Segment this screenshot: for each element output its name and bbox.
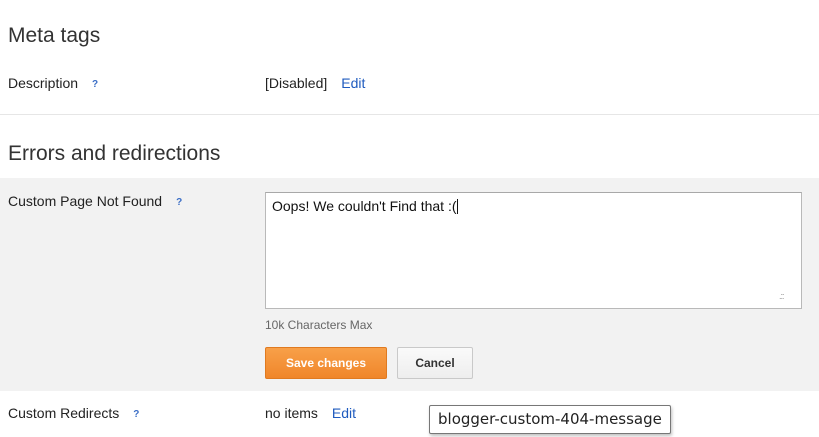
custom-redirects-edit-link[interactable]: Edit [332, 405, 356, 421]
text-caret [456, 199, 458, 214]
description-value-group: [Disabled] Edit [265, 75, 365, 91]
resize-grip-icon[interactable]: .:: [779, 292, 791, 301]
description-edit-link[interactable]: Edit [341, 75, 365, 91]
character-limit-hint: 10k Characters Max [265, 318, 373, 332]
meta-tags-heading: Meta tags [8, 24, 101, 47]
custom-redirects-help-icon[interactable]: ? [133, 409, 139, 420]
custom-redirects-row-label: Custom Redirects? [8, 405, 139, 421]
tooltip: blogger-custom-404-message [429, 405, 671, 434]
custom-redirects-status: no items [265, 405, 318, 421]
description-help-icon[interactable]: ? [92, 79, 98, 90]
description-label: Description [8, 75, 79, 91]
custom-404-label: Custom Page Not Found [8, 193, 163, 209]
custom-404-help-icon[interactable]: ? [176, 197, 182, 208]
custom-404-textarea[interactable]: Oops! We couldn't Find that :( .:: [265, 192, 802, 309]
save-changes-button[interactable]: Save changes [265, 347, 387, 379]
description-row-label: Description? [8, 75, 98, 91]
custom-redirects-value-group: no items Edit [265, 405, 356, 421]
custom-redirects-label: Custom Redirects [8, 405, 120, 421]
section-divider [0, 114, 819, 115]
description-status: [Disabled] [265, 75, 328, 91]
custom-404-row-label: Custom Page Not Found? [8, 193, 182, 209]
custom-404-text: Oops! We couldn't Find that :( [272, 198, 457, 214]
cancel-button[interactable]: Cancel [397, 347, 473, 379]
errors-heading: Errors and redirections [8, 142, 221, 165]
